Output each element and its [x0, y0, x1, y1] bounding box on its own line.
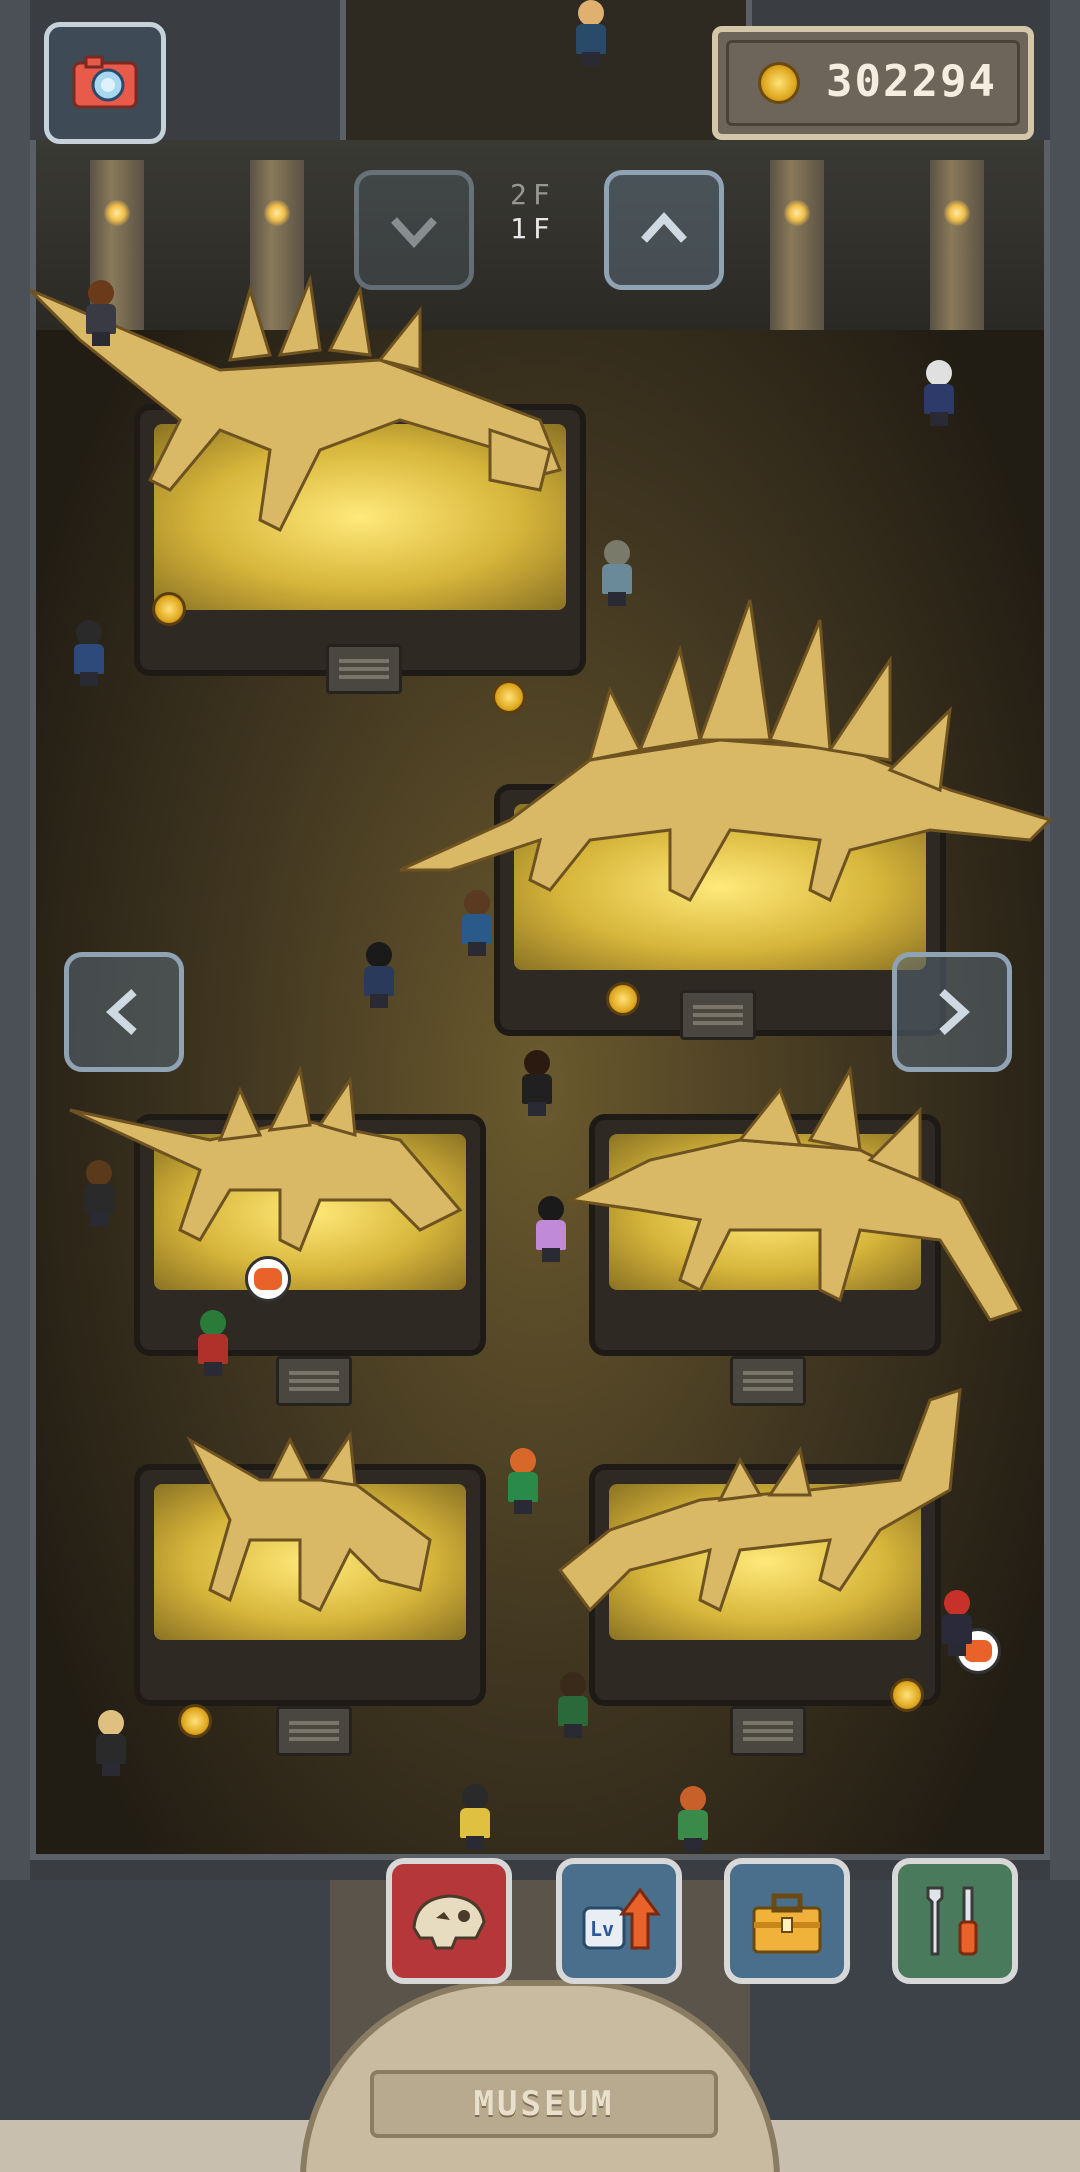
- fossil-skeleton[interactable]: [390, 590, 1060, 910]
- tools-button[interactable]: [892, 1858, 1018, 1984]
- visitor: [676, 1786, 710, 1852]
- level-up-icon: Lv: [582, 1887, 661, 1950]
- visitor: [82, 1160, 116, 1226]
- exhibit-plaque[interactable]: [276, 1356, 352, 1406]
- chevron-down-icon: [391, 217, 437, 248]
- visitor: [72, 620, 106, 686]
- visitor: [922, 360, 956, 426]
- camera-icon: [72, 55, 138, 109]
- fossil-skeleton[interactable]: [60, 1060, 480, 1260]
- camera-button[interactable]: [44, 22, 166, 144]
- pan-right-button[interactable]: [892, 952, 1012, 1072]
- wall-lamp: [264, 200, 290, 226]
- wall-lamp: [784, 200, 810, 226]
- coin-drop[interactable]: [178, 1704, 212, 1738]
- visitor: [84, 280, 118, 346]
- floor-label-current: 1F: [510, 212, 556, 245]
- coin-drop[interactable]: [890, 1678, 924, 1712]
- floor-down-button[interactable]: [354, 170, 474, 290]
- pillar: [770, 160, 824, 330]
- museum-entrance[interactable]: MUSEUM: [300, 1930, 780, 2172]
- chevron-left-icon: [106, 989, 137, 1035]
- visitor: [574, 0, 608, 66]
- coin-drop[interactable]: [606, 982, 640, 1016]
- museum-sign: MUSEUM: [370, 2070, 718, 2138]
- museum-scene: MUSEUM: [0, 0, 1080, 2172]
- visitor: [362, 942, 396, 1008]
- floor-label-upper: 2F: [510, 178, 556, 211]
- visitor: [94, 1710, 128, 1776]
- wall-lamp: [104, 200, 130, 226]
- coin-icon: [758, 62, 800, 104]
- coin-counter: 302294: [712, 26, 1034, 140]
- right-wall: [1050, 0, 1080, 1880]
- exhibit-plaque[interactable]: [680, 990, 756, 1040]
- pan-left-button[interactable]: [64, 952, 184, 1072]
- fossil-skull-icon: [412, 1894, 486, 1950]
- visitor: [196, 1310, 230, 1376]
- fossil-collection-button[interactable]: [386, 1858, 512, 1984]
- visitor: [940, 1590, 974, 1656]
- fossil-skeleton[interactable]: [560, 1050, 1040, 1350]
- exhibit-plaque[interactable]: [730, 1706, 806, 1756]
- coin-amount: 302294: [826, 56, 997, 107]
- shop-button[interactable]: [724, 1858, 850, 1984]
- visitor: [556, 1672, 590, 1738]
- visitor-speech-bubble[interactable]: [245, 1256, 291, 1302]
- wall-lamp: [944, 200, 970, 226]
- visitor: [534, 1196, 568, 1262]
- visitor: [506, 1448, 540, 1514]
- fossil-skeleton[interactable]: [180, 1420, 460, 1620]
- coin-drop[interactable]: [492, 680, 526, 714]
- visitor: [600, 540, 634, 606]
- fossil-skeleton[interactable]: [550, 1370, 980, 1630]
- tools-icon: [926, 1886, 978, 1956]
- floor-up-button[interactable]: [604, 170, 724, 290]
- stairs-corridor: [340, 0, 752, 160]
- coin-drop[interactable]: [152, 592, 186, 626]
- pillar: [930, 160, 984, 330]
- chevron-up-icon: [641, 212, 687, 243]
- visitor: [460, 890, 494, 956]
- toolbox-icon: [752, 1893, 822, 1954]
- level-up-button[interactable]: Lv: [556, 1858, 682, 1984]
- svg-text:Lv: Lv: [590, 1917, 614, 1941]
- visitor: [520, 1050, 554, 1116]
- chevron-right-icon: [939, 989, 970, 1035]
- visitor: [458, 1784, 492, 1850]
- exhibit-plaque[interactable]: [276, 1706, 352, 1756]
